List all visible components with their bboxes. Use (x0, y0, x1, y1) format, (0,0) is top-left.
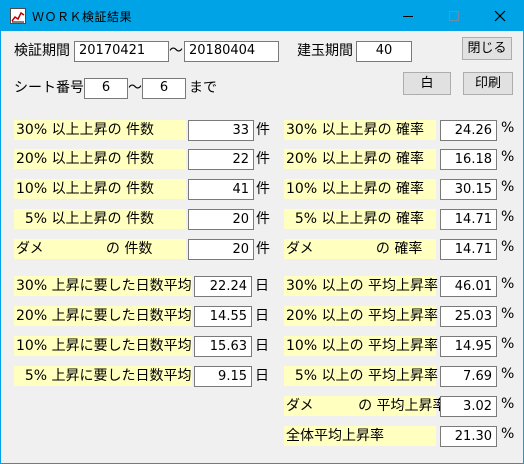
rate-unit-10: % (501, 179, 515, 195)
window-title: ＷＯＲＫ検証結果 (32, 10, 133, 24)
position-period-field[interactable]: 40 (356, 41, 412, 62)
count-unit-dame: 件 (256, 241, 270, 257)
tilde-separator-2: ～ (128, 80, 142, 96)
days-value-20[interactable]: 14.55 (194, 306, 252, 327)
rate-unit-20: % (501, 149, 515, 165)
days-label-30: 30% 上昇に要した日数平均 (14, 276, 192, 296)
avg-value-dame[interactable]: 3.02 (440, 396, 497, 417)
count-label-5: 5% 以上上昇の 件数 (14, 209, 186, 229)
rate-label-20: 20% 以上上昇の 確率 (284, 149, 436, 169)
verify-period-label: 検証期間 (14, 43, 70, 59)
rate-value-10[interactable]: 30.15 (440, 179, 497, 200)
count-value-20[interactable]: 22 (188, 149, 254, 170)
rate-label-30: 30% 以上上昇の 確率 (284, 120, 436, 140)
days-label-5: 5% 上昇に要した日数平均 (14, 366, 192, 386)
avg-label-10: 10% 以上の 平均上昇率 (284, 336, 439, 356)
maximize-icon (449, 11, 459, 21)
count-label-20: 20% 以上上昇の 件数 (14, 149, 186, 169)
avg-unit-30: % (501, 276, 515, 292)
avg-value-20[interactable]: 25.03 (440, 306, 497, 327)
avg-value-overall[interactable]: 21.30 (440, 426, 497, 447)
rate-value-5[interactable]: 14.71 (440, 209, 497, 230)
count-label-dame: ダメ の 件数 (14, 239, 186, 259)
days-unit-20: 日 (255, 308, 269, 324)
avg-unit-10: % (501, 336, 515, 352)
avg-unit-20: % (501, 306, 515, 322)
rate-unit-30: % (501, 120, 515, 136)
avg-label-dame: ダメ の 平均上昇率 (284, 396, 447, 416)
avg-label-overall: 全体平均上昇率 (284, 426, 436, 446)
rate-label-dame: ダメ の 確率 (284, 239, 436, 259)
close-button[interactable]: 閉じる (462, 37, 512, 60)
count-label-10: 10% 以上上昇の 件数 (14, 179, 186, 199)
days-unit-5: 日 (255, 368, 269, 384)
avg-unit-overall: % (501, 426, 515, 442)
count-unit-20: 件 (256, 151, 270, 167)
count-value-dame[interactable]: 20 (188, 239, 254, 260)
sheet-from-field[interactable]: 6 (84, 78, 128, 99)
avg-label-5: 5% 以上の 平均上昇率 (284, 366, 439, 386)
position-period-label: 建玉期間 (297, 43, 353, 59)
rate-label-10: 10% 以上上昇の 確率 (284, 179, 436, 199)
avg-unit-5: % (501, 366, 515, 382)
count-unit-5: 件 (256, 211, 270, 227)
minimize-button[interactable] (385, 1, 431, 31)
rate-value-20[interactable]: 16.18 (440, 149, 497, 170)
count-label-30: 30% 以上上昇の 件数 (14, 120, 186, 140)
count-value-30[interactable]: 33 (188, 120, 254, 141)
print-button[interactable]: 印刷 (463, 72, 513, 95)
title-bar[interactable]: ＷＯＲＫ検証結果 (1, 1, 523, 31)
days-unit-10: 日 (255, 338, 269, 354)
date-to-field[interactable]: 20180404 (184, 41, 279, 62)
days-unit-30: 日 (255, 278, 269, 294)
avg-value-30[interactable]: 46.01 (440, 276, 497, 297)
count-unit-30: 件 (256, 122, 270, 138)
rate-value-dame[interactable]: 14.71 (440, 239, 497, 260)
rate-unit-5: % (501, 209, 515, 225)
avg-value-5[interactable]: 7.69 (440, 366, 497, 387)
count-value-10[interactable]: 41 (188, 179, 254, 200)
avg-label-30: 30% 以上の 平均上昇率 (284, 276, 439, 296)
work-result-window: ＷＯＲＫ検証結果 検証期間 20170421 ～ 20180404 建玉期間 4… (0, 0, 524, 464)
avg-label-20: 20% 以上の 平均上昇率 (284, 306, 439, 326)
white-button[interactable]: 白 (403, 72, 451, 95)
avg-value-10[interactable]: 14.95 (440, 336, 497, 357)
days-label-20: 20% 上昇に要した日数平均 (14, 306, 192, 326)
maximize-button[interactable] (431, 1, 477, 31)
close-icon (494, 10, 506, 22)
tilde-separator: ～ (169, 43, 183, 59)
days-value-5[interactable]: 9.15 (194, 366, 252, 387)
rate-unit-dame: % (501, 239, 515, 255)
days-value-30[interactable]: 22.24 (194, 276, 252, 297)
rate-label-5: 5% 以上上昇の 確率 (284, 209, 436, 229)
close-window-button[interactable] (477, 1, 523, 31)
rate-value-30[interactable]: 24.26 (440, 120, 497, 141)
avg-unit-dame: % (501, 396, 515, 412)
sheet-number-label: シート番号 (14, 80, 84, 96)
count-value-5[interactable]: 20 (188, 209, 254, 230)
chart-app-icon (10, 8, 26, 24)
count-unit-10: 件 (256, 181, 270, 197)
days-value-10[interactable]: 15.63 (194, 336, 252, 357)
date-from-field[interactable]: 20170421 (74, 41, 169, 62)
made-label: まで (189, 80, 217, 96)
days-label-10: 10% 上昇に要した日数平均 (14, 336, 192, 356)
sheet-to-field[interactable]: 6 (142, 78, 186, 99)
minimize-icon (403, 15, 413, 17)
